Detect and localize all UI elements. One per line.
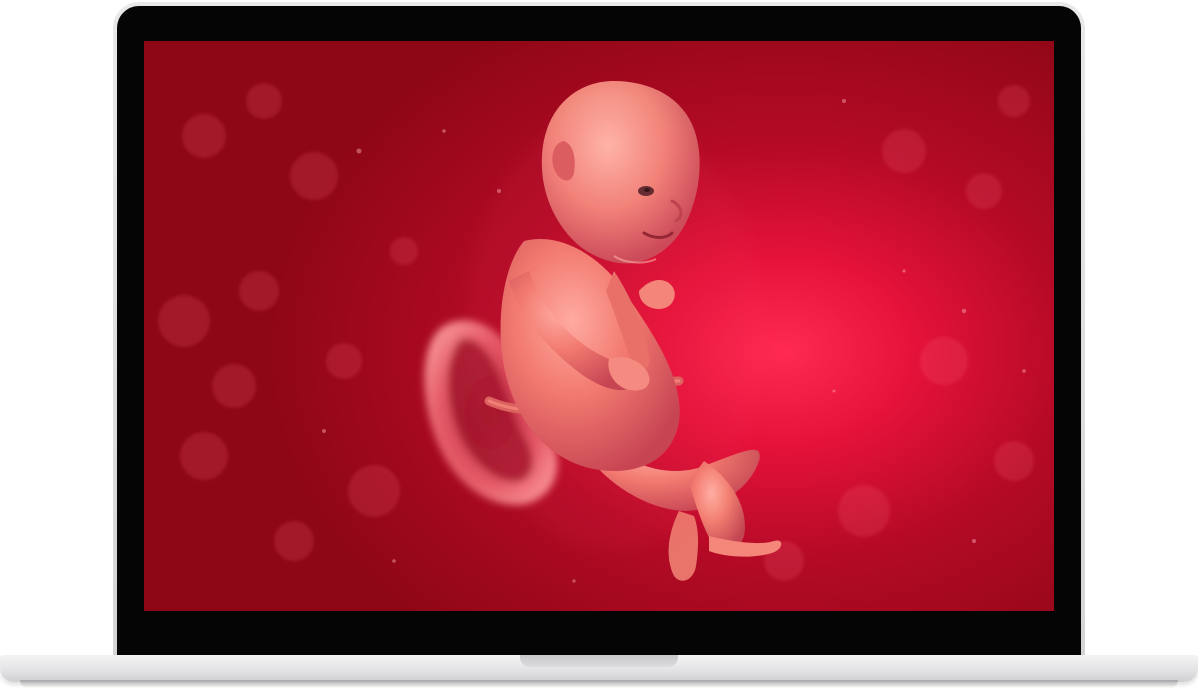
laptop-base-shadow xyxy=(20,680,1178,688)
laptop-opening-notch xyxy=(520,655,678,667)
laptop-screen xyxy=(144,41,1054,611)
fetus-illustration xyxy=(158,81,1034,583)
laptop-mockup xyxy=(0,0,1198,690)
